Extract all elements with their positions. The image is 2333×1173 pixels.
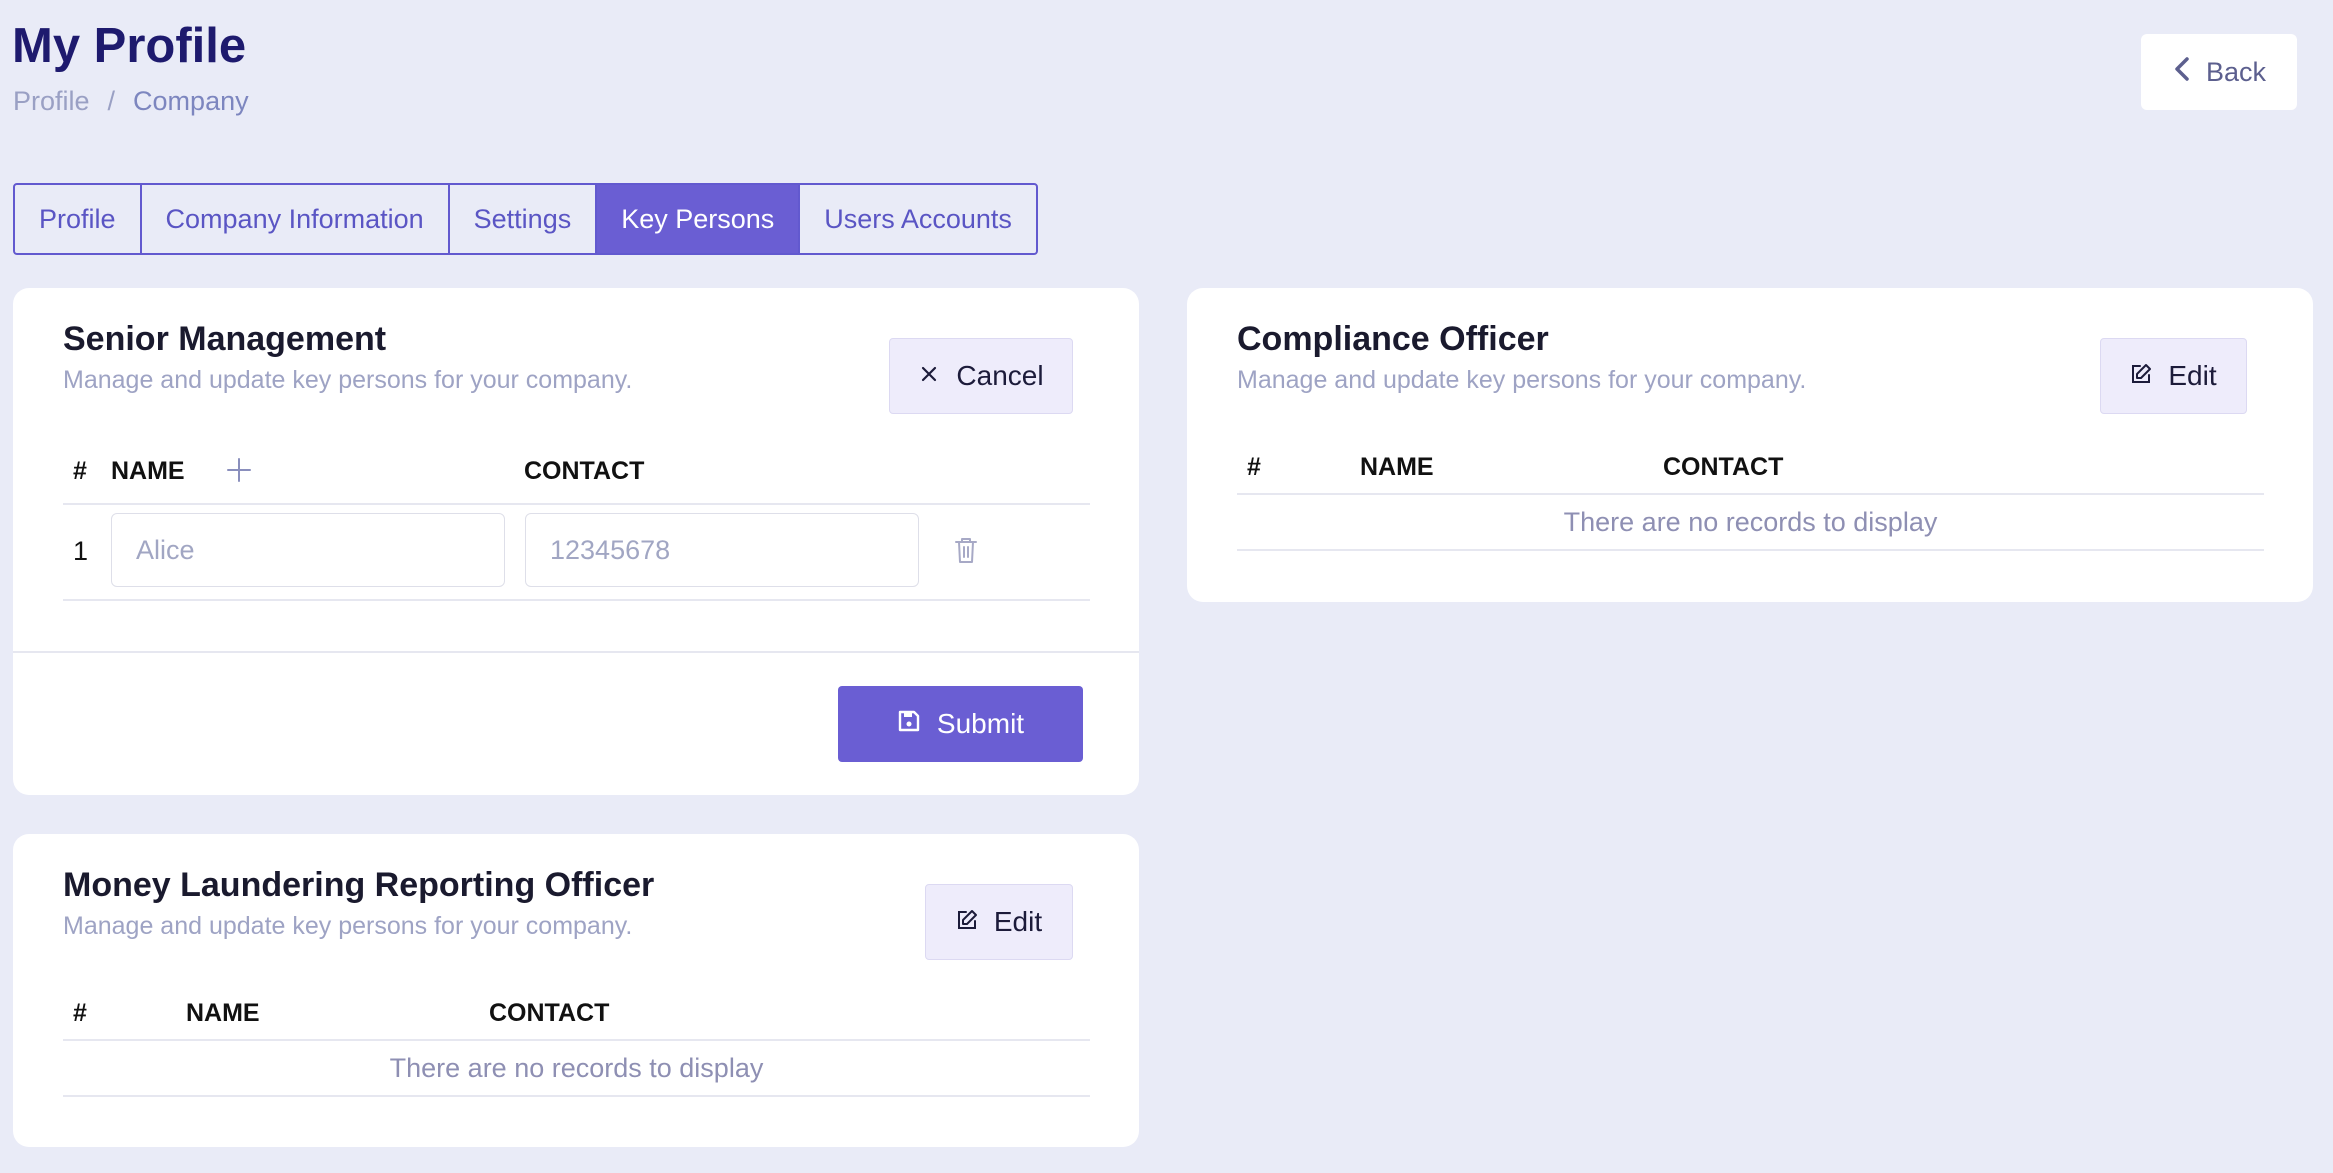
breadcrumb: Profile / Company	[13, 86, 249, 117]
card-title: Compliance Officer	[1237, 320, 1549, 358]
column-header-name: NAME	[186, 999, 260, 1027]
back-button[interactable]: Back	[2141, 34, 2297, 110]
name-input[interactable]: Alice	[111, 513, 505, 587]
close-icon	[918, 360, 940, 392]
card-subtitle: Manage and update key persons for your c…	[63, 912, 633, 940]
column-header-name: NAME	[111, 457, 185, 485]
column-header-contact: CONTACT	[489, 999, 610, 1027]
breadcrumb-company: Company	[133, 86, 249, 116]
breadcrumb-profile[interactable]: Profile	[13, 86, 90, 117]
cancel-label: Cancel	[956, 360, 1044, 391]
divider	[1237, 493, 2264, 495]
tab-users-accounts[interactable]: Users Accounts	[800, 185, 1036, 253]
senior-management-card: Senior Management Manage and update key …	[13, 288, 1139, 795]
edit-label: Edit	[993, 906, 1043, 937]
empty-message: There are no records to display	[1563, 507, 1938, 537]
mlro-card: Money Laundering Reporting Officer Manag…	[13, 834, 1139, 1147]
card-title: Senior Management	[63, 320, 387, 358]
card-footer-divider	[13, 651, 1139, 653]
edit-button[interactable]: Edit	[925, 884, 1073, 960]
column-header-name: NAME	[1360, 453, 1434, 481]
column-header-number: #	[73, 457, 87, 485]
row-number: 1	[73, 536, 89, 566]
add-row-plus-icon[interactable]	[223, 454, 255, 486]
trash-icon[interactable]	[953, 535, 979, 565]
tab-profile[interactable]: Profile	[15, 185, 142, 253]
submit-label: Submit	[936, 708, 1025, 739]
compliance-officer-card: Compliance Officer Manage and update key…	[1187, 288, 2313, 602]
chevron-left-icon	[2172, 56, 2192, 88]
column-header-contact: CONTACT	[524, 457, 645, 485]
tab-key-persons[interactable]: Key Persons	[597, 185, 801, 253]
edit-button[interactable]: Edit	[2100, 338, 2247, 414]
tab-bar: Profile Company Information Settings Key…	[13, 183, 1038, 255]
column-header-number: #	[1247, 453, 1261, 481]
tab-company-information[interactable]: Company Information	[142, 185, 450, 253]
submit-button[interactable]: Submit	[838, 686, 1083, 762]
card-subtitle: Manage and update key persons for your c…	[63, 366, 633, 394]
divider	[1237, 549, 2264, 551]
edit-icon	[956, 906, 978, 938]
cancel-button[interactable]: Cancel	[889, 338, 1073, 414]
divider	[63, 1039, 1090, 1041]
column-header-number: #	[73, 999, 87, 1027]
save-icon	[897, 708, 921, 740]
divider	[63, 503, 1090, 505]
edit-label: Edit	[2168, 360, 2217, 391]
card-subtitle: Manage and update key persons for your c…	[1237, 366, 1807, 394]
empty-message: There are no records to display	[389, 1053, 764, 1083]
breadcrumb-separator: /	[107, 86, 116, 116]
tab-settings[interactable]: Settings	[450, 185, 598, 253]
divider	[63, 1095, 1090, 1097]
edit-icon	[2130, 360, 2152, 392]
divider	[63, 599, 1090, 601]
back-label: Back	[2205, 56, 2267, 87]
column-header-contact: CONTACT	[1663, 453, 1784, 481]
card-title: Money Laundering Reporting Officer	[63, 866, 655, 904]
page-title: My Profile	[12, 19, 247, 73]
contact-input[interactable]: 12345678	[525, 513, 919, 587]
